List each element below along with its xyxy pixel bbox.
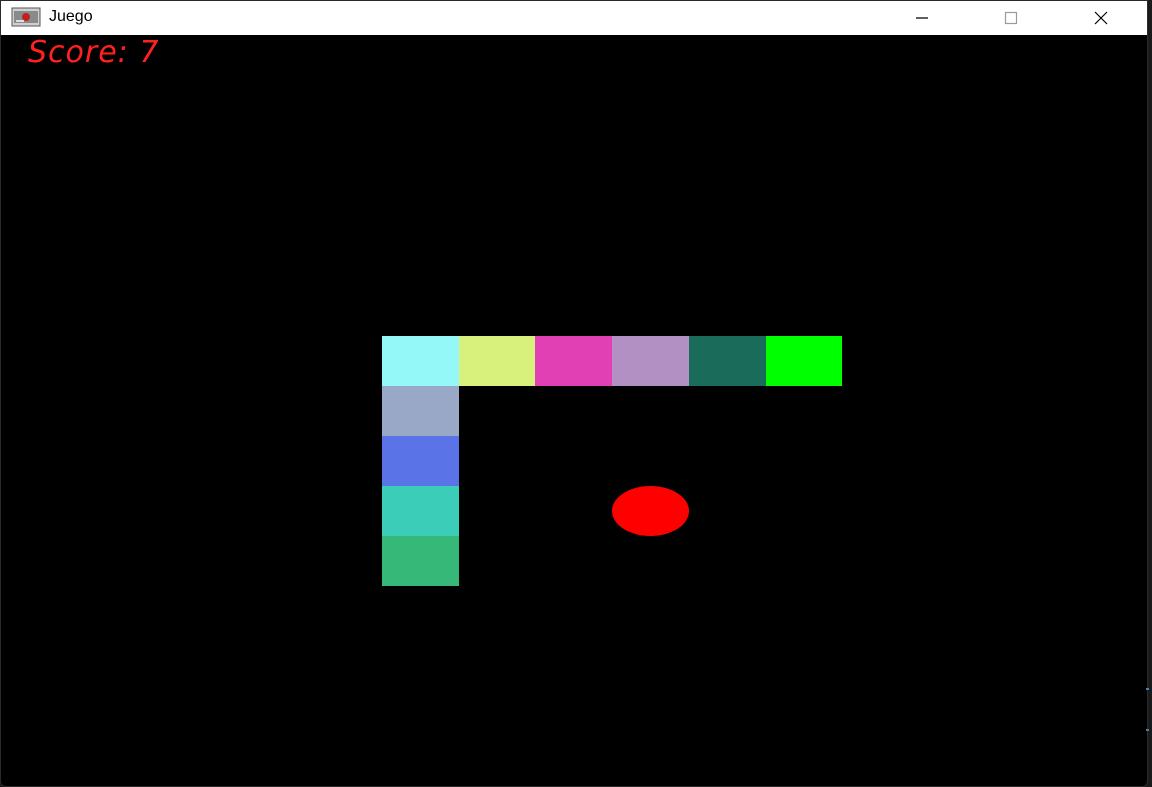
minimize-button[interactable]: [899, 1, 945, 35]
snake-segment: [458, 336, 535, 386]
edge-mark: [1146, 688, 1149, 690]
close-button[interactable]: [1078, 1, 1124, 35]
snake-segment: [382, 486, 459, 536]
maximize-icon: [1004, 11, 1018, 25]
maximize-button[interactable]: [988, 1, 1034, 35]
food-apple: [612, 486, 689, 536]
snake-tail: [382, 536, 459, 586]
edge-mark: [1146, 729, 1149, 731]
snake-head: [765, 336, 842, 386]
minimize-icon: [916, 17, 928, 19]
score-label: Score: 7: [28, 35, 160, 70]
snake-segment: [382, 386, 459, 436]
game-board[interactable]: Score: 7: [1, 35, 1147, 786]
snake-segment: [535, 336, 612, 386]
snake-segment: [382, 436, 459, 486]
title-bar[interactable]: Juego: [1, 1, 1147, 35]
window-title: Juego: [49, 8, 93, 25]
snake-segment: [689, 336, 766, 386]
snake-segment: [612, 336, 689, 386]
java-app-icon: [11, 7, 41, 27]
close-icon: [1094, 11, 1108, 25]
snake-segment: [382, 336, 459, 386]
game-window: Juego Score: 7: [0, 0, 1148, 787]
